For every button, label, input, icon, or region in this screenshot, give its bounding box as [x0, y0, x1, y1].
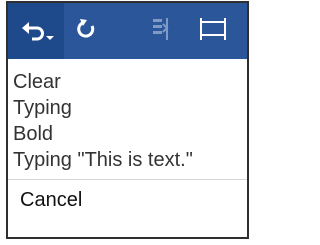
undo-icon — [20, 18, 46, 44]
repeat-icon — [150, 16, 174, 47]
chevron-down-icon[interactable] — [46, 29, 54, 40]
redo-button[interactable] — [66, 3, 106, 59]
undo-item-typing[interactable]: Typing — [13, 95, 72, 121]
menu-divider — [8, 179, 247, 180]
undo-item-typing-text[interactable]: Typing "This is text." — [13, 147, 193, 173]
undo-item-bold[interactable]: Bold — [13, 121, 53, 147]
quick-access-toolbar — [8, 3, 247, 59]
redo-icon — [74, 17, 98, 46]
ruler-icon — [198, 16, 228, 47]
cancel-button[interactable]: Cancel — [20, 187, 82, 213]
ruler-button[interactable] — [188, 3, 238, 59]
undo-dropdown-window: Clear Typing Bold Typing "This is text."… — [6, 1, 249, 239]
undo-history-menu: Clear Typing Bold Typing "This is text."… — [8, 59, 247, 237]
repeat-button[interactable] — [144, 3, 180, 59]
undo-button[interactable] — [8, 3, 64, 59]
undo-item-clear[interactable]: Clear — [13, 69, 61, 95]
